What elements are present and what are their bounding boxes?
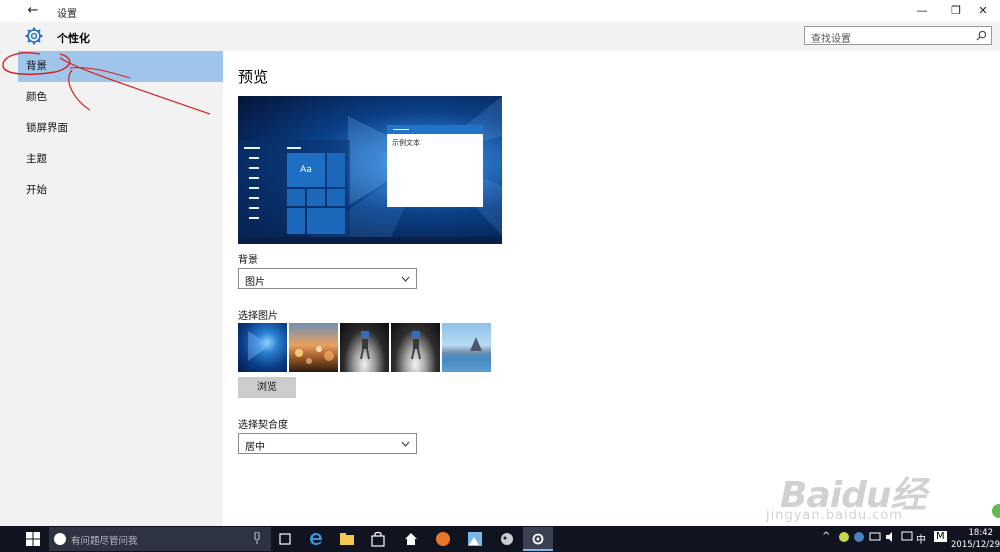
search-icon: [976, 30, 987, 41]
edge-icon: [310, 533, 322, 545]
fit-dropdown[interactable]: 居中: [238, 433, 417, 454]
preview-menu-line: [249, 187, 259, 189]
preview-tile: [287, 189, 305, 206]
ime-indicator[interactable]: 中: [916, 531, 926, 546]
desktop-preview: Aa 示例文本: [238, 96, 502, 244]
preview-window: 示例文本: [387, 125, 483, 207]
preview-heading: 预览: [238, 68, 269, 86]
volume-icon[interactable]: [885, 531, 897, 543]
preview-window-titlebar: [387, 125, 483, 134]
nav-list: 背景 颜色 锁屏界面 主题 开始: [18, 51, 223, 206]
preview-sample-text: 示例文本: [392, 139, 420, 147]
home-icon: [405, 533, 417, 545]
nav-item-lock-screen[interactable]: 锁屏界面: [18, 113, 223, 144]
preview-menu-line: [244, 147, 260, 149]
left-pane: 个性化 背景 颜色 锁屏界面 主题 开始: [0, 22, 223, 526]
app-button-bird[interactable]: [492, 527, 522, 551]
ime-mode-indicator[interactable]: M: [934, 531, 947, 542]
gear-icon: [532, 533, 544, 545]
browse-button[interactable]: 浏览: [238, 377, 296, 398]
cortana-icon: [54, 533, 66, 545]
preview-menu-line: [249, 197, 259, 199]
picture-thumbnail-5[interactable]: [442, 323, 491, 372]
app-button-orange[interactable]: [428, 527, 458, 551]
store-button[interactable]: [363, 527, 393, 551]
preview-menu-line: [249, 167, 259, 169]
preview-taskbar: [238, 237, 502, 244]
chevron-down-icon: [401, 276, 410, 282]
fit-label: 选择契合度: [238, 420, 288, 431]
preview-tile: [327, 189, 345, 206]
task-view-icon: [279, 533, 291, 545]
gear-icon: [25, 27, 43, 45]
notification-icon[interactable]: [901, 531, 913, 543]
close-button[interactable]: ✕: [966, 0, 1000, 22]
taskbar-clock[interactable]: 18:42 2015/12/29: [951, 527, 1000, 551]
taskbar: 有问题尽管问我 ^ 中 M 18:42 2015/12/29: [0, 526, 1000, 552]
green-tray-icon[interactable]: [838, 531, 850, 543]
search-input[interactable]: 查找设置: [811, 30, 851, 45]
nav-item-start[interactable]: 开始: [18, 175, 223, 206]
choose-picture-label: 选择图片: [238, 311, 278, 322]
robot-figure: [360, 331, 370, 360]
taskbar-search[interactable]: 有问题尽管问我: [49, 527, 271, 551]
preview-menu-line: [249, 217, 259, 219]
background-dropdown[interactable]: 图片: [238, 268, 417, 289]
search-box[interactable]: 查找设置: [804, 26, 992, 45]
background-label: 背景: [238, 255, 258, 266]
preview-menu-line: [249, 157, 259, 159]
chevron-down-icon: [401, 441, 410, 447]
title-bar: ← 设置 — ❐ ✕: [0, 0, 1000, 22]
settings-taskbar-button[interactable]: [523, 527, 553, 551]
baidu-watermark: Baidu经验 jingyan.baidu.com: [762, 446, 942, 552]
picture-app-icon: [468, 532, 482, 546]
home-button[interactable]: [396, 527, 426, 551]
preview-menu-line: [249, 207, 259, 209]
clock-date: 2015/12/29: [951, 540, 1000, 550]
background-dropdown-value: 图片: [245, 277, 265, 288]
nav-item-background[interactable]: 背景: [18, 51, 223, 82]
picture-thumbnail-1[interactable]: [238, 323, 287, 372]
preview-menu-line: [287, 147, 301, 149]
floating-badge[interactable]: [990, 502, 1000, 520]
task-view-button[interactable]: [270, 527, 300, 551]
windows-start-icon[interactable]: [26, 532, 40, 546]
preview-tile: [307, 189, 325, 206]
network-tray-icon[interactable]: [853, 531, 865, 543]
folder-icon: [340, 533, 354, 545]
preview-tile: [307, 208, 345, 234]
robot-figure: [411, 331, 421, 360]
preview-tile: [327, 153, 345, 187]
nav-item-colors[interactable]: 颜色: [18, 82, 223, 113]
nav-item-themes[interactable]: 主题: [18, 144, 223, 175]
page-title: 个性化: [57, 32, 90, 45]
back-button[interactable]: ←: [22, 2, 44, 20]
picture-thumbnail-2[interactable]: [289, 323, 338, 372]
clock-time: 18:42: [968, 528, 994, 538]
preview-tile: [287, 208, 305, 234]
fit-dropdown-value: 居中: [245, 442, 265, 453]
watermark-url: jingyan.baidu.com: [766, 508, 903, 523]
window-title: 设置: [57, 9, 77, 20]
minimize-button[interactable]: —: [905, 0, 939, 22]
chevron-up-icon[interactable]: ^: [822, 531, 830, 542]
taskbar-search-input[interactable]: 有问题尽管问我: [71, 533, 138, 547]
orange-app-icon: [436, 532, 450, 546]
bird-app-icon: [501, 533, 513, 545]
preview-tile-aa: Aa: [287, 153, 325, 187]
picture-thumbnail-4[interactable]: [391, 323, 440, 372]
microphone-icon[interactable]: [253, 532, 261, 545]
preview-menu-line: [249, 177, 259, 179]
picture-thumbnail-3[interactable]: [340, 323, 389, 372]
store-icon: [371, 531, 385, 547]
file-explorer-button[interactable]: [332, 527, 362, 551]
app-button-picture[interactable]: [460, 527, 490, 551]
edge-button[interactable]: [301, 527, 331, 551]
monitor-tray-icon[interactable]: [869, 531, 881, 543]
